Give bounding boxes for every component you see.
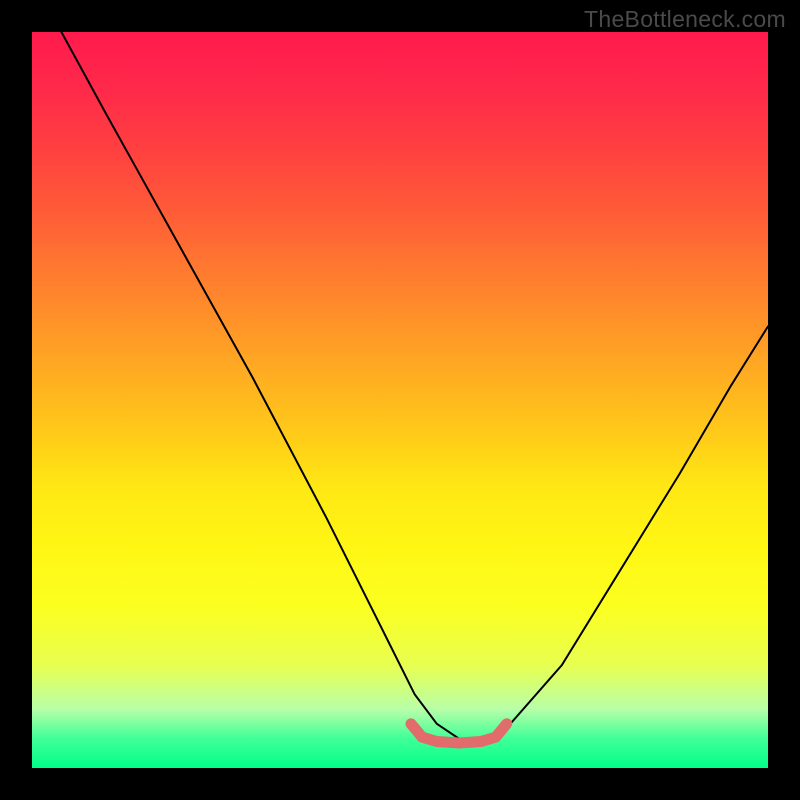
chart-frame: TheBottleneck.com [0, 0, 800, 800]
watermark-text: TheBottleneck.com [584, 6, 786, 33]
red-flat-segment [411, 724, 507, 743]
chart-curves-svg [32, 32, 768, 768]
black-curve [61, 32, 768, 739]
